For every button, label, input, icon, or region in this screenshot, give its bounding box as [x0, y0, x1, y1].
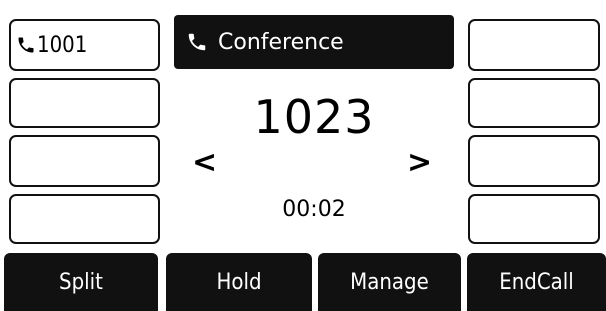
line-key-account-1001[interactable]: 1001 — [9, 19, 160, 71]
call-title: Conference — [218, 29, 344, 55]
phone-screen: 1001 Conference 1023 < > 00:02 Split Hol… — [0, 0, 606, 311]
line-key-left-2[interactable] — [9, 78, 160, 128]
previous-call-arrow-icon[interactable]: < — [192, 148, 217, 178]
line-key-left-3[interactable] — [9, 135, 160, 187]
line-key-right-4[interactable] — [468, 194, 600, 244]
next-call-arrow-icon[interactable]: > — [407, 148, 432, 178]
manage-button[interactable]: Manage — [318, 253, 461, 311]
phone-handset-icon — [188, 33, 206, 51]
line-key-left-4[interactable] — [9, 194, 160, 244]
end-call-button[interactable]: EndCall — [467, 253, 606, 311]
call-title-bar: Conference — [174, 15, 454, 69]
line-key-right-2[interactable] — [468, 78, 600, 128]
call-duration: 00:02 — [282, 197, 346, 222]
call-number: 1023 — [253, 90, 375, 144]
line-key-right-1[interactable] — [468, 19, 600, 71]
line-key-right-3[interactable] — [468, 135, 600, 187]
phone-handset-icon — [18, 37, 34, 53]
softkey-bar: Split Hold Manage EndCall — [0, 253, 606, 311]
hold-button[interactable]: Hold — [166, 253, 312, 311]
split-button[interactable]: Split — [4, 253, 158, 311]
line-key-label: 1001 — [37, 32, 88, 58]
